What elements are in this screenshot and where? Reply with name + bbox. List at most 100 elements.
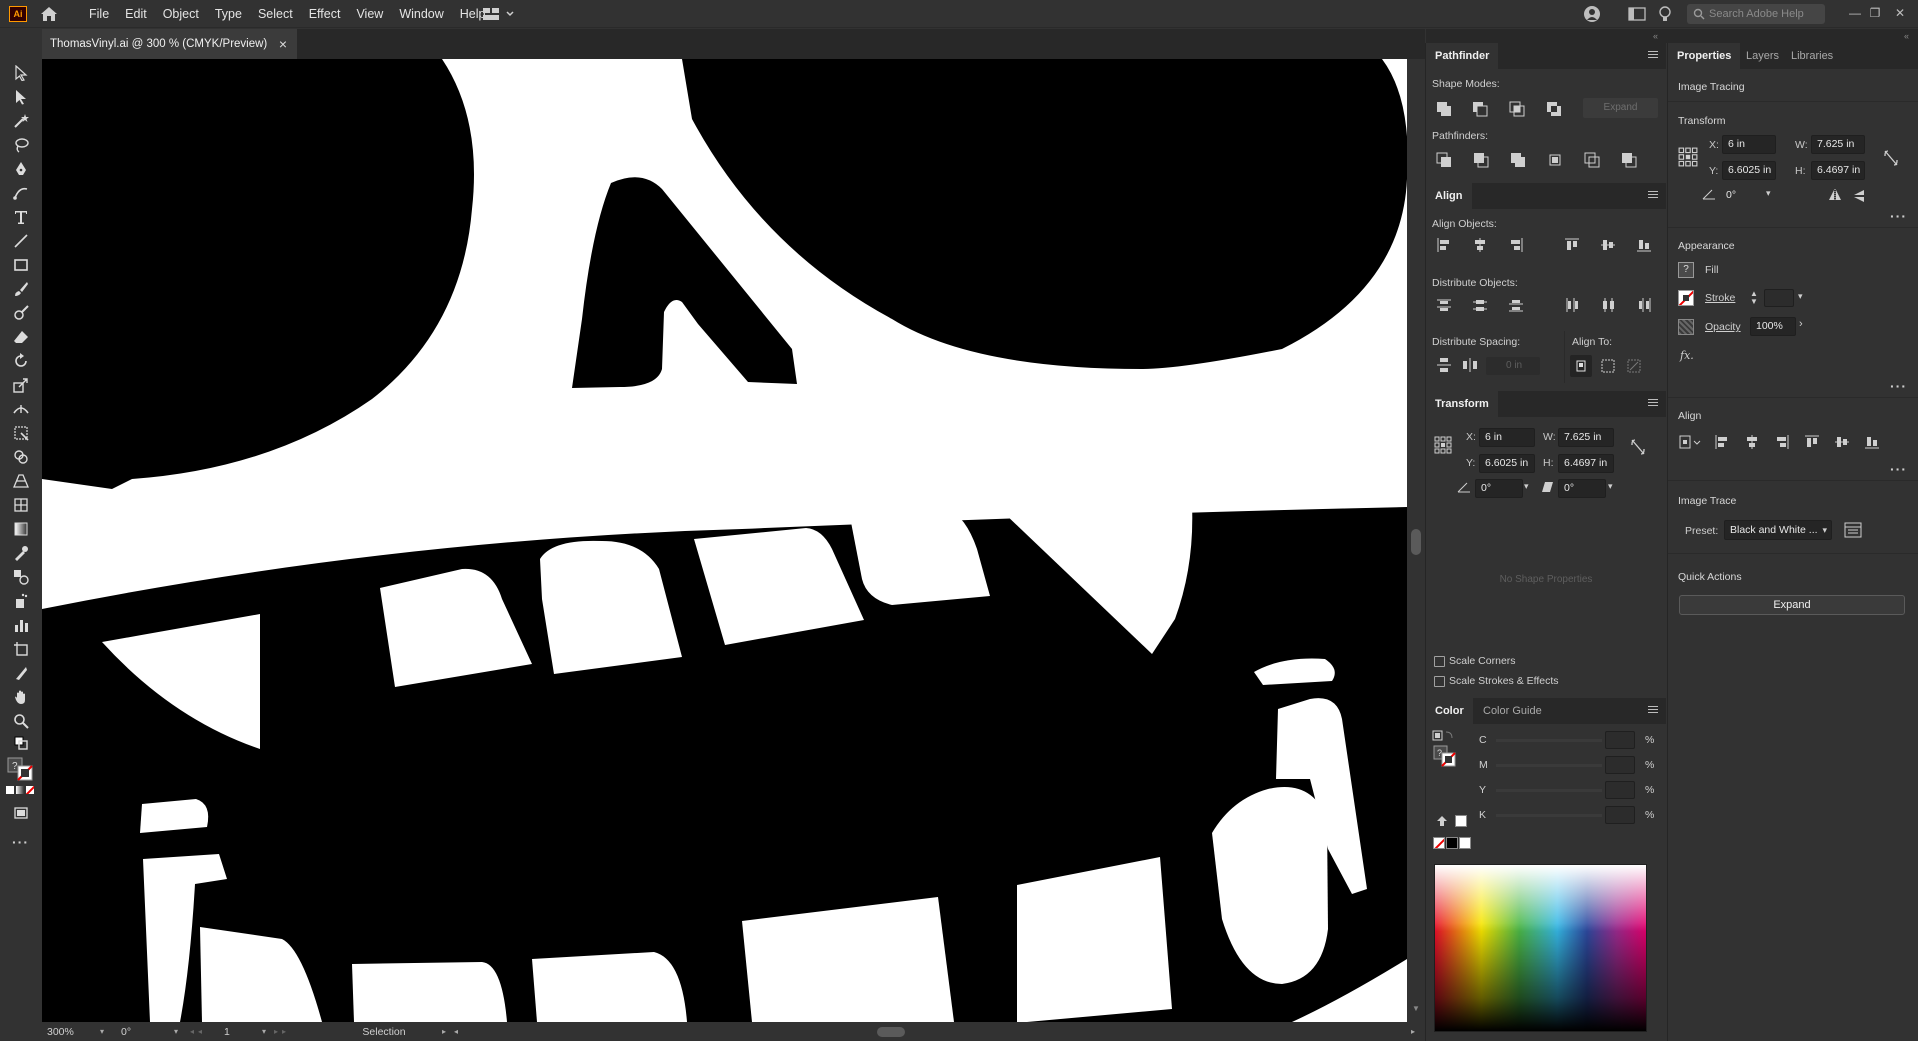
lasso-tool-icon[interactable] [9, 134, 33, 156]
opacity-chevron-icon[interactable]: › [1799, 318, 1803, 330]
color-spectrum[interactable] [1434, 864, 1647, 1032]
default-fill-stroke-icon[interactable] [9, 736, 33, 750]
panel-layout-icon[interactable] [1628, 6, 1646, 25]
scale-strokes-checkbox[interactable] [1434, 676, 1445, 687]
stroke-weight-field[interactable] [1764, 289, 1794, 307]
menu-window[interactable]: Window [391, 0, 451, 28]
tab-layers[interactable]: Layers [1737, 43, 1788, 69]
align-to-artboard-icon[interactable] [1624, 356, 1644, 376]
intersect-icon[interactable] [1507, 99, 1527, 119]
align-to-key-object-icon[interactable] [1598, 356, 1618, 376]
scale-tool-icon[interactable] [9, 374, 33, 396]
props-align-vcenter-icon[interactable] [1832, 432, 1852, 452]
channel-k-field[interactable] [1605, 806, 1635, 824]
props-align-hcenter-icon[interactable] [1742, 432, 1762, 452]
align-to-dropdown[interactable] [1678, 433, 1704, 451]
props-align-bottom-icon[interactable] [1862, 432, 1882, 452]
zoom-dropdown-icon[interactable]: ▾ [100, 1027, 110, 1036]
reference-point-icon[interactable] [1434, 436, 1452, 454]
rotation-value[interactable]: 0° [116, 1026, 174, 1038]
artboard-next-icons[interactable]: ▸▸ [274, 1027, 334, 1036]
black-swatch[interactable] [1446, 837, 1458, 849]
color-fill-stroke-swatch[interactable]: ? [1432, 730, 1458, 770]
tab-pathfinder[interactable]: Pathfinder [1426, 43, 1499, 69]
free-transform-tool-icon[interactable] [9, 422, 33, 444]
props-reference-point-icon[interactable] [1678, 147, 1698, 167]
opacity-label[interactable]: Opacity [1705, 321, 1741, 333]
props-align-left-icon[interactable] [1712, 432, 1732, 452]
magic-wand-tool-icon[interactable] [9, 110, 33, 132]
document-tab[interactable]: ThomasVinyl.ai @ 300 % (CMYK/Preview) × [42, 29, 297, 59]
color-menu-icon[interactable] [1648, 705, 1658, 715]
scroll-thumb[interactable] [1411, 529, 1421, 555]
stroke-swatch-icon[interactable] [1678, 290, 1694, 306]
rectangle-tool-icon[interactable] [9, 254, 33, 276]
distribute-right-icon[interactable] [1634, 295, 1654, 315]
scale-corners-checkbox[interactable] [1434, 656, 1445, 667]
menu-object[interactable]: Object [155, 0, 207, 28]
align-bottom-icon[interactable] [1634, 235, 1654, 255]
pathfinder-menu-icon[interactable] [1648, 50, 1658, 60]
menu-type[interactable]: Type [207, 0, 250, 28]
horizontal-distribute-space-icon[interactable] [1460, 355, 1480, 375]
menu-view[interactable]: View [348, 0, 391, 28]
rotate-field[interactable]: 0° [1475, 479, 1523, 498]
tab-color-guide[interactable]: Color Guide [1474, 698, 1551, 724]
tab-libraries[interactable]: Libraries [1782, 43, 1842, 69]
channel-c-slider[interactable] [1496, 739, 1602, 742]
props-align-right-icon[interactable] [1772, 432, 1792, 452]
appearance-more-icon[interactable]: ··· [1890, 378, 1907, 394]
white-swatch[interactable] [1459, 837, 1471, 849]
restore-button[interactable]: ❐ [1865, 4, 1885, 22]
trim-icon[interactable] [1471, 150, 1491, 170]
divide-icon[interactable] [1434, 150, 1454, 170]
distribute-bottom-icon[interactable] [1506, 295, 1526, 315]
quick-expand-button[interactable]: Expand [1679, 595, 1905, 615]
channel-c-field[interactable] [1605, 731, 1635, 749]
collapse-properties-icon[interactable]: « [1904, 31, 1909, 41]
artboard-prev-icons[interactable]: ◂◂ [184, 1027, 222, 1036]
preset-dropdown[interactable]: Black and White ... ▾ [1724, 520, 1832, 540]
distribute-hcenter-icon[interactable] [1598, 295, 1618, 315]
flip-horizontal-icon[interactable] [1828, 189, 1842, 204]
tab-align[interactable]: Align [1426, 183, 1472, 209]
props-rotate-field[interactable]: 0° [1722, 187, 1764, 204]
menu-effect[interactable]: Effect [301, 0, 349, 28]
hscroll-left-icon[interactable]: ◂ [454, 1027, 462, 1036]
mesh-tool-icon[interactable] [9, 494, 33, 516]
width-tool-icon[interactable] [9, 398, 33, 420]
channel-y-slider[interactable] [1496, 789, 1602, 792]
tab-transform[interactable]: Transform [1426, 391, 1498, 417]
channel-m-field[interactable] [1605, 756, 1635, 774]
home-icon[interactable] [38, 4, 60, 24]
rotate-dropdown-icon[interactable]: ▾ [1524, 481, 1529, 492]
hand-tool-icon[interactable] [9, 686, 33, 708]
vertical-scrollbar[interactable]: ▼ [1407, 59, 1425, 1022]
rotate-tool-icon[interactable] [9, 350, 33, 372]
props-constrain-icon[interactable] [1883, 149, 1899, 170]
close-tab-icon[interactable]: × [279, 36, 287, 52]
align-to-selection-icon[interactable] [1570, 355, 1592, 377]
shear-dropdown-icon[interactable]: ▾ [1608, 481, 1613, 492]
artboard-number[interactable]: 1 [222, 1026, 262, 1038]
perspective-grid-tool-icon[interactable] [9, 470, 33, 492]
spacing-input[interactable]: 0 in [1486, 357, 1540, 375]
screen-mode-icon[interactable] [9, 802, 33, 824]
shaper-tool-icon[interactable] [9, 302, 33, 324]
align-left-icon[interactable] [1434, 235, 1454, 255]
align-top-icon[interactable] [1562, 235, 1582, 255]
props-w-field[interactable]: 7.625 in [1811, 135, 1865, 154]
outline-icon[interactable] [1582, 150, 1602, 170]
menu-file[interactable]: File [81, 0, 117, 28]
out-of-gamut-icon[interactable] [1436, 815, 1448, 830]
fill-swatch-icon[interactable]: ? [1678, 262, 1694, 278]
props-h-field[interactable]: 6.4697 in [1811, 161, 1865, 180]
expand-button[interactable]: Expand [1583, 98, 1658, 118]
stroke-dropdown-icon[interactable]: ▾ [1798, 291, 1803, 302]
crop-icon[interactable] [1545, 150, 1565, 170]
props-rotate-dropdown-icon[interactable]: ▾ [1766, 188, 1771, 199]
artboard-dropdown-icon[interactable]: ▾ [262, 1027, 274, 1036]
distribute-left-icon[interactable] [1562, 295, 1582, 315]
zoom-tool-icon[interactable] [9, 710, 33, 732]
vertical-distribute-space-icon[interactable] [1434, 355, 1454, 375]
